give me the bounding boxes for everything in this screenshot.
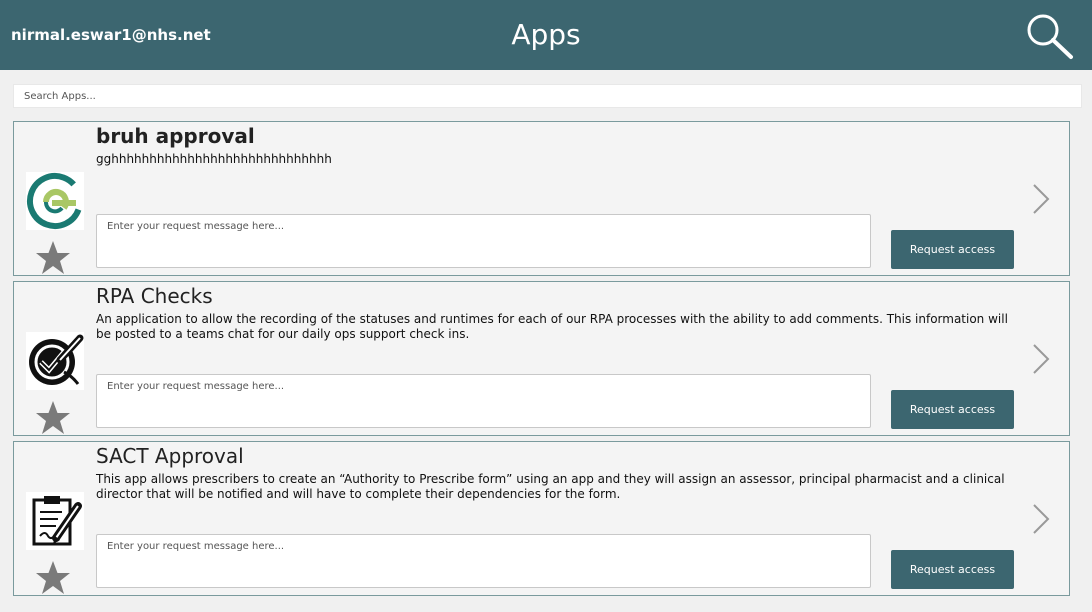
checkmark-pen-icon bbox=[26, 332, 84, 390]
request-message-input[interactable] bbox=[96, 534, 871, 588]
chevron-right-icon[interactable] bbox=[1030, 182, 1052, 216]
app-card: bruh approval gghhhhhhhhhhhhhhhhhhhhhhhh… bbox=[13, 121, 1070, 276]
app-title: SACT Approval bbox=[96, 444, 244, 468]
app-description: gghhhhhhhhhhhhhhhhhhhhhhhhhhhhh bbox=[96, 152, 332, 166]
app-title: bruh approval bbox=[96, 124, 255, 148]
chevron-right-icon[interactable] bbox=[1030, 502, 1052, 536]
request-access-button[interactable]: Request access bbox=[891, 550, 1014, 589]
app-description: This app allows prescribers to create an… bbox=[96, 472, 1005, 501]
star-icon[interactable] bbox=[34, 560, 72, 596]
app-title: RPA Checks bbox=[96, 284, 213, 308]
app-card: SACT Approval This app allows prescriber… bbox=[13, 441, 1070, 596]
star-icon[interactable] bbox=[34, 400, 72, 436]
chevron-right-icon[interactable] bbox=[1030, 342, 1052, 376]
request-message-input[interactable] bbox=[96, 374, 871, 428]
app-description: An application to allow the recording of… bbox=[96, 312, 1008, 341]
request-access-button[interactable]: Request access bbox=[891, 230, 1014, 269]
search-button[interactable] bbox=[1022, 10, 1076, 62]
page-title: Apps bbox=[511, 18, 581, 51]
clipboard-pen-icon bbox=[26, 492, 84, 550]
search-input[interactable] bbox=[13, 84, 1082, 108]
app-header: nirmal.eswar1@nhs.net Apps bbox=[0, 0, 1092, 70]
request-access-button[interactable]: Request access bbox=[891, 390, 1014, 429]
app-card: RPA Checks An application to allow the r… bbox=[13, 281, 1070, 436]
request-message-input[interactable] bbox=[96, 214, 871, 268]
search-icon bbox=[1027, 14, 1073, 59]
circular-e-logo-icon bbox=[26, 172, 84, 230]
star-icon[interactable] bbox=[34, 240, 72, 276]
